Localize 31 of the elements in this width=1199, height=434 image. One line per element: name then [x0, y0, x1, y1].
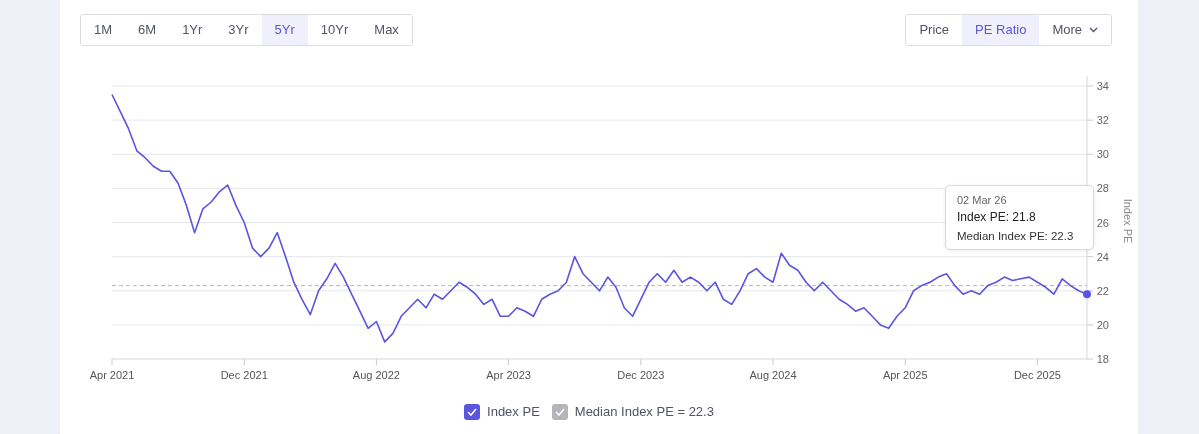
y-tick-label: 28 — [1096, 182, 1109, 195]
x-tick-label: Dec 2025 — [1013, 369, 1061, 381]
x-tick-label: Dec 2023 — [617, 369, 665, 381]
x-tick-label: Apr 2021 — [89, 369, 135, 381]
y-tick-label: 22 — [1096, 284, 1109, 297]
y-tick-label: 18 — [1096, 353, 1109, 365]
legend-checkbox[interactable] — [551, 403, 568, 420]
y-tick-label: 20 — [1096, 318, 1109, 331]
hover-point — [1083, 290, 1091, 299]
check-icon — [467, 407, 478, 416]
range-tab[interactable]: 5Yr — [261, 15, 308, 45]
y-tick-label: 30 — [1096, 148, 1109, 161]
check-icon — [554, 407, 565, 416]
tooltip-text: Index PE: 21.8 — [957, 209, 1037, 226]
x-tick-label: Aug 2022 — [352, 369, 400, 381]
caret-icon — [1089, 27, 1098, 33]
legend-label[interactable]: Index PE — [487, 402, 540, 422]
x-tick-label: Apr 2025 — [882, 369, 928, 381]
tooltip-date: 02 Mar 26 — [957, 193, 1008, 208]
legend-checkbox[interactable] — [464, 403, 481, 420]
axis-title: Index PE — [1122, 198, 1134, 244]
y-tick-label: 32 — [1096, 114, 1109, 127]
legend-label[interactable]: Median Index PE = 22.3 — [574, 402, 714, 422]
x-tick-label: Dec 2021 — [220, 369, 268, 381]
y-tick-label: 24 — [1096, 250, 1109, 263]
y-tick-label: 34 — [1096, 80, 1109, 92]
x-tick-label: Aug 2024 — [749, 369, 797, 381]
y-tick-label: 26 — [1096, 216, 1109, 229]
tooltip-text: Median Index PE: 22.3 — [957, 229, 1075, 244]
x-tick-label: Apr 2023 — [486, 369, 531, 381]
view-tab[interactable]: PE Ratio — [962, 15, 1040, 45]
